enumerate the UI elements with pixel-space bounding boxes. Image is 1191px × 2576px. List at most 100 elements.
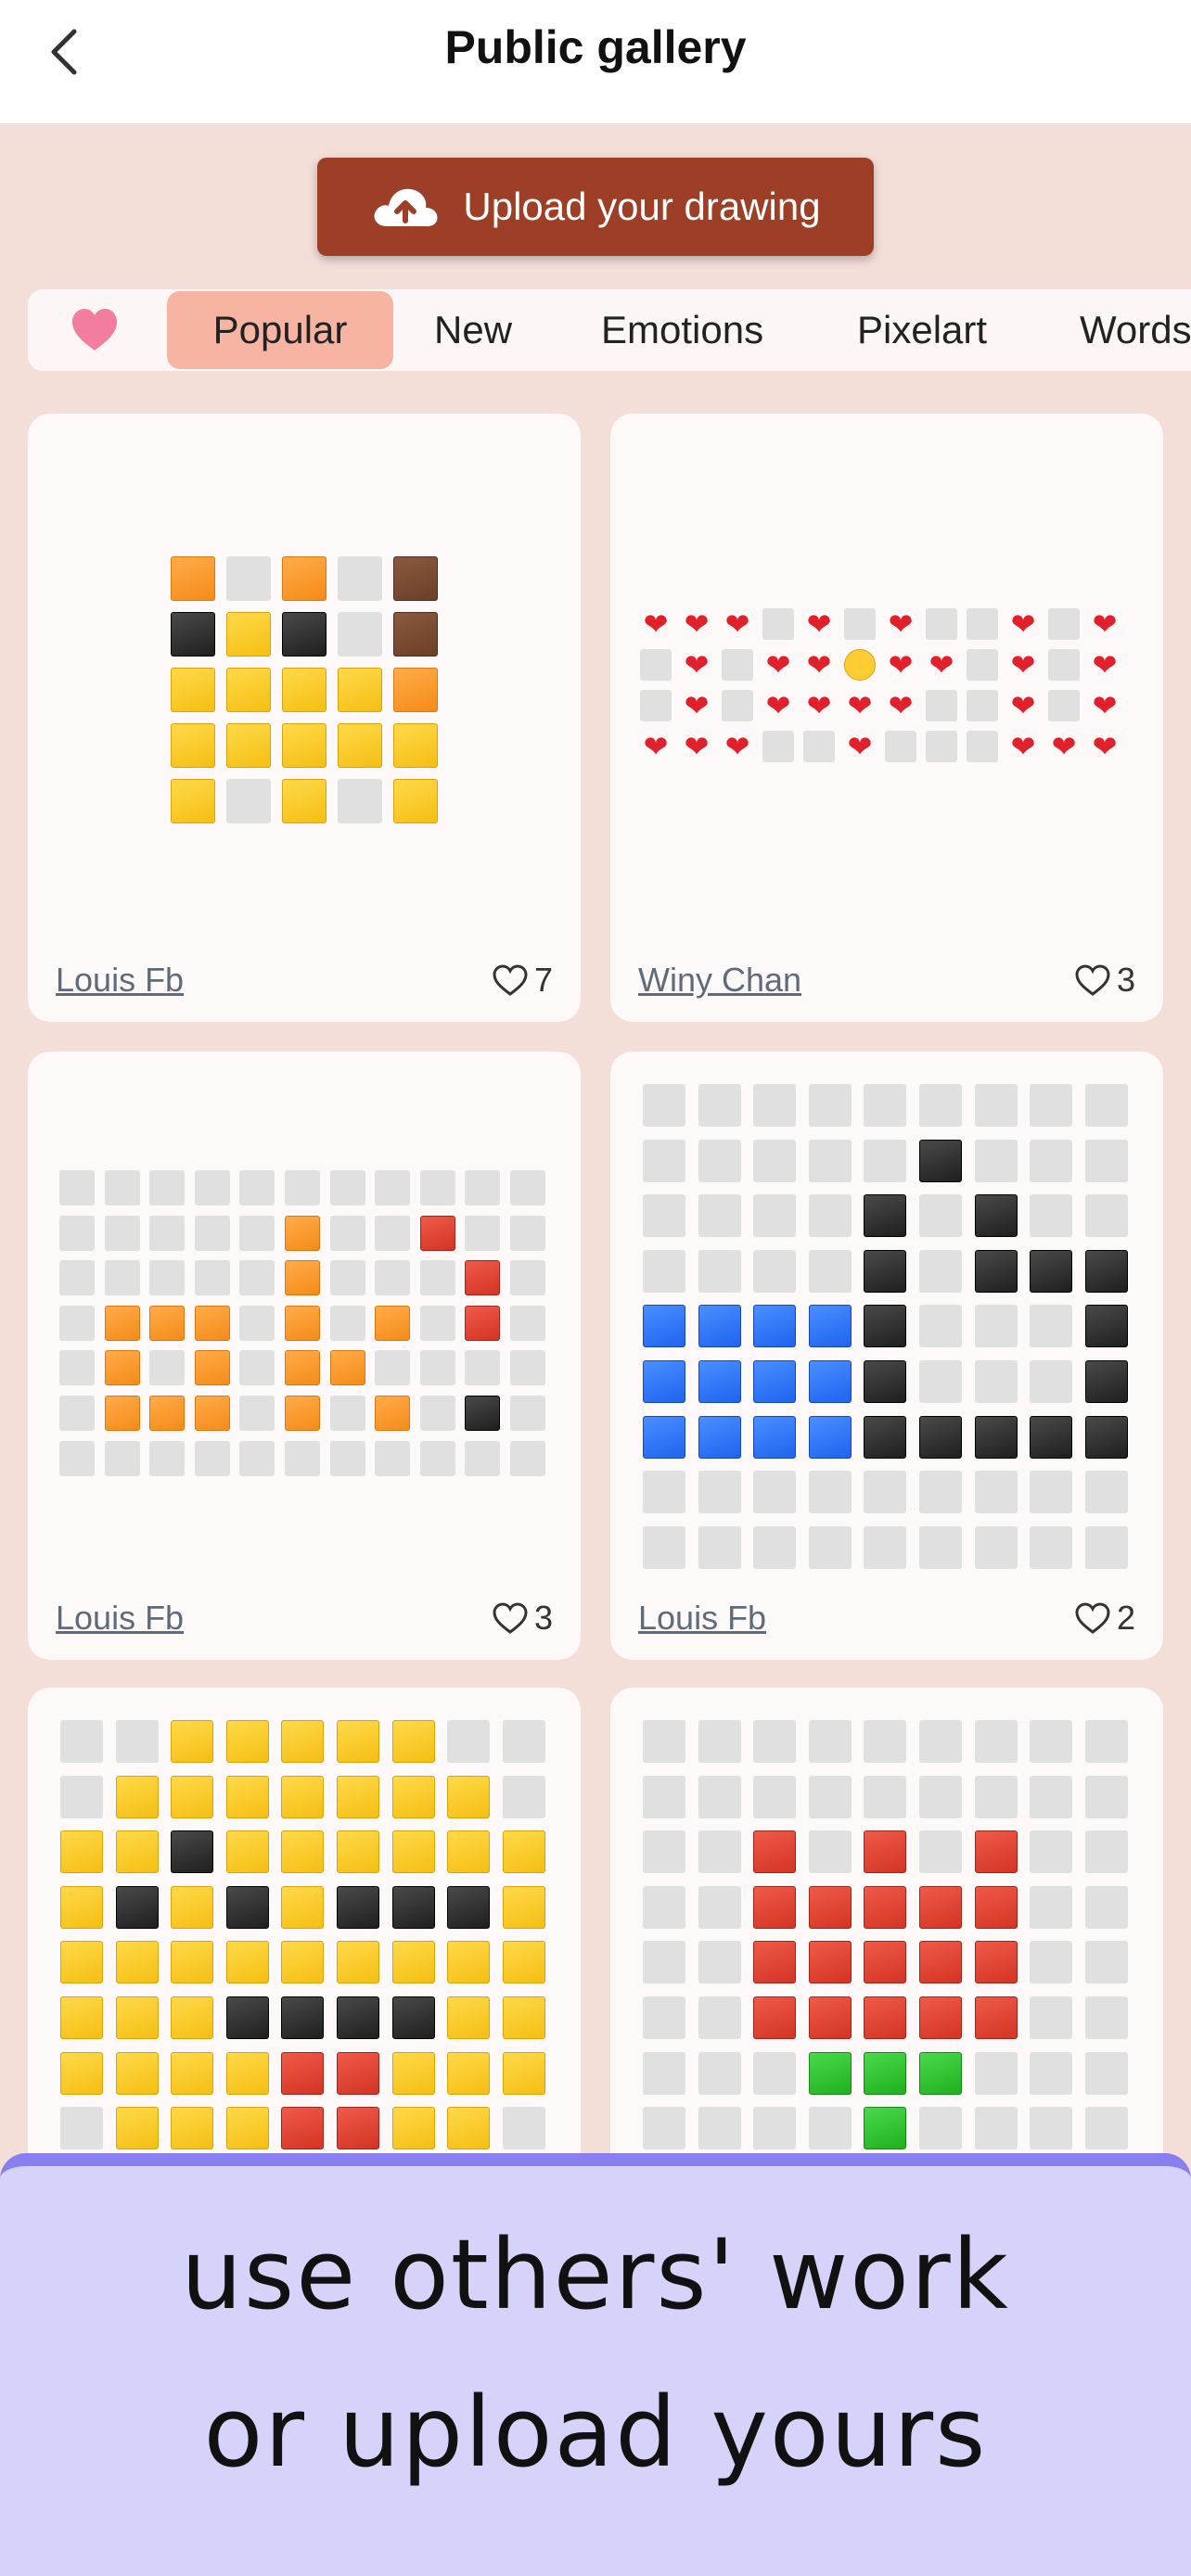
pixel-cell: [226, 723, 271, 768]
drawing-card[interactable]: Louis Fb 3: [28, 1052, 581, 1660]
pixel-cell: [375, 1215, 411, 1251]
pixel-cell: [1084, 1941, 1128, 1984]
pixel-cell: [391, 1885, 435, 1929]
heart-emoji-pixel: ❤: [684, 648, 710, 682]
pixel-cell: [171, 2051, 214, 2095]
pixel-cell: [239, 1170, 275, 1205]
pixel-cell: [974, 1305, 1018, 1348]
pixel-cell: [419, 1215, 455, 1251]
author-link[interactable]: Louis Fb: [56, 1599, 184, 1638]
pixel-cell: [753, 2051, 797, 2095]
page-title: Public gallery: [444, 21, 747, 73]
pixel-cell: [336, 2051, 379, 2095]
heart-emoji-pixel: ❤: [1092, 607, 1118, 641]
author-link[interactable]: Louis Fb: [56, 961, 184, 1000]
pixel-cell: [115, 2107, 159, 2150]
like-count[interactable]: 2: [1074, 1599, 1135, 1638]
pixel-cell: [225, 2051, 269, 2095]
drawing-card[interactable]: Louis Fb 7: [28, 414, 581, 1022]
pixel-cell: [391, 2107, 435, 2150]
pixel-cell: [338, 723, 382, 768]
banner-text-line-1: use others' work: [181, 2218, 1010, 2331]
pixel-cell: [1030, 1305, 1073, 1348]
tab-new[interactable]: New: [434, 291, 512, 369]
pixel-cell: [60, 1830, 103, 1874]
pixel-cell: [329, 1395, 365, 1431]
pixel-cell: [502, 2107, 545, 2150]
like-count[interactable]: 3: [1074, 961, 1135, 1000]
pixel-cell: [643, 1720, 685, 1763]
pixel-cell: [509, 1215, 545, 1251]
pixel-cell: [1084, 1249, 1128, 1293]
heart-emoji-pixel: ❤: [1092, 648, 1118, 682]
tab-emotions[interactable]: Emotions: [601, 291, 763, 369]
pixel-cell: [375, 1170, 411, 1205]
pixel-cell: [393, 556, 438, 601]
heart-icon[interactable]: [69, 304, 121, 356]
pixel-cell: [447, 1941, 491, 1984]
pixel-cell: [643, 2107, 685, 2150]
pixel-cell: [643, 1249, 685, 1293]
pixel-cell: [808, 1305, 852, 1348]
pixel-cell: [225, 1720, 269, 1763]
pixel-cell: [974, 1194, 1018, 1238]
pixel-cell: [753, 1941, 797, 1984]
pixel-cell: [808, 1885, 852, 1929]
pixel-cell: [171, 1720, 214, 1763]
pixel-cell: [698, 1139, 741, 1182]
pixel-cell: [329, 1170, 365, 1205]
pixel-cell: [753, 1885, 797, 1929]
pixel-cell: [194, 1305, 230, 1341]
pixel-cell: [225, 1996, 269, 2039]
drawing-card[interactable]: [28, 1688, 581, 2207]
drawing-card[interactable]: Louis Fb 2: [610, 1052, 1163, 1660]
pixel-cell: [336, 1720, 379, 1763]
author-link[interactable]: Winy Chan: [638, 961, 801, 1000]
pixel-cell: [225, 1885, 269, 1929]
heart-emoji-pixel: ❤: [847, 689, 873, 722]
upload-drawing-button[interactable]: Upload your drawing: [317, 158, 874, 256]
drawing-card[interactable]: ❤ ❤ ❤ ❤ ❤ ❤ ❤ ❤ ❤ ❤ ❤ ❤ ❤ ❤ ❤ ❤ ❤ ❤ ❤ ❤ ❤ ❤ ❤ ❤ ❤ ❤ ❤ ❤ Winy Chan 3: [610, 414, 1163, 1022]
pixel-cell: [864, 1139, 907, 1182]
pixel-cell: [864, 1941, 907, 1984]
pixel-cell: [1084, 2051, 1128, 2095]
heart-emoji-pixel: ❤: [888, 689, 914, 722]
pixel-cell: [1030, 1996, 1073, 2039]
pixel-cell: [282, 668, 327, 712]
pixel-cell: [336, 1885, 379, 1929]
tab-pixelart[interactable]: Pixelart: [857, 291, 987, 369]
drawing-card[interactable]: [610, 1688, 1163, 2207]
pixel-cell: [149, 1170, 186, 1205]
pixel-cell: [698, 1415, 741, 1459]
pixel-cell: [1084, 1305, 1128, 1348]
pixel-cell: [239, 1350, 275, 1386]
pixel-cell: [1030, 2107, 1073, 2150]
like-count[interactable]: 7: [492, 961, 553, 1000]
pixel-cell: [698, 1359, 741, 1403]
pixel-cell: [282, 556, 327, 601]
pixel-cell: [502, 1996, 545, 2039]
pixel-cell: [104, 1215, 140, 1251]
pixel-cell: [753, 1139, 797, 1182]
author-link[interactable]: Louis Fb: [638, 1599, 766, 1638]
pixel-cell: [864, 1415, 907, 1459]
tab-popular[interactable]: Popular: [167, 291, 393, 369]
pixel-cell: [115, 1885, 159, 1929]
tab-words[interactable]: Words: [1080, 291, 1191, 369]
pixel-cell: [393, 723, 438, 768]
pixel-cell: [59, 1395, 95, 1431]
pixel-cell: [59, 1440, 95, 1476]
pixel-cell: [753, 1249, 797, 1293]
pixel-cell: [104, 1395, 140, 1431]
pixel-cell: [447, 1885, 491, 1929]
pixel-cell: [239, 1395, 275, 1431]
pixel-cell: [336, 2107, 379, 2150]
pixel-drawing: ❤ ❤ ❤ ❤ ❤ ❤ ❤ ❤ ❤ ❤ ❤ ❤ ❤ ❤ ❤ ❤ ❤ ❤ ❤ ❤ ❤ ❤ ❤ ❤ ❤ ❤ ❤ ❤: [640, 608, 1121, 762]
pixel-cell: [753, 1359, 797, 1403]
pixel-cell: [753, 1194, 797, 1238]
pixel-cell: [1030, 1249, 1073, 1293]
pixel-cell: [753, 1471, 797, 1514]
like-count[interactable]: 3: [492, 1599, 553, 1638]
pixel-cell: [329, 1305, 365, 1341]
pixel-cell: [447, 1830, 491, 1874]
